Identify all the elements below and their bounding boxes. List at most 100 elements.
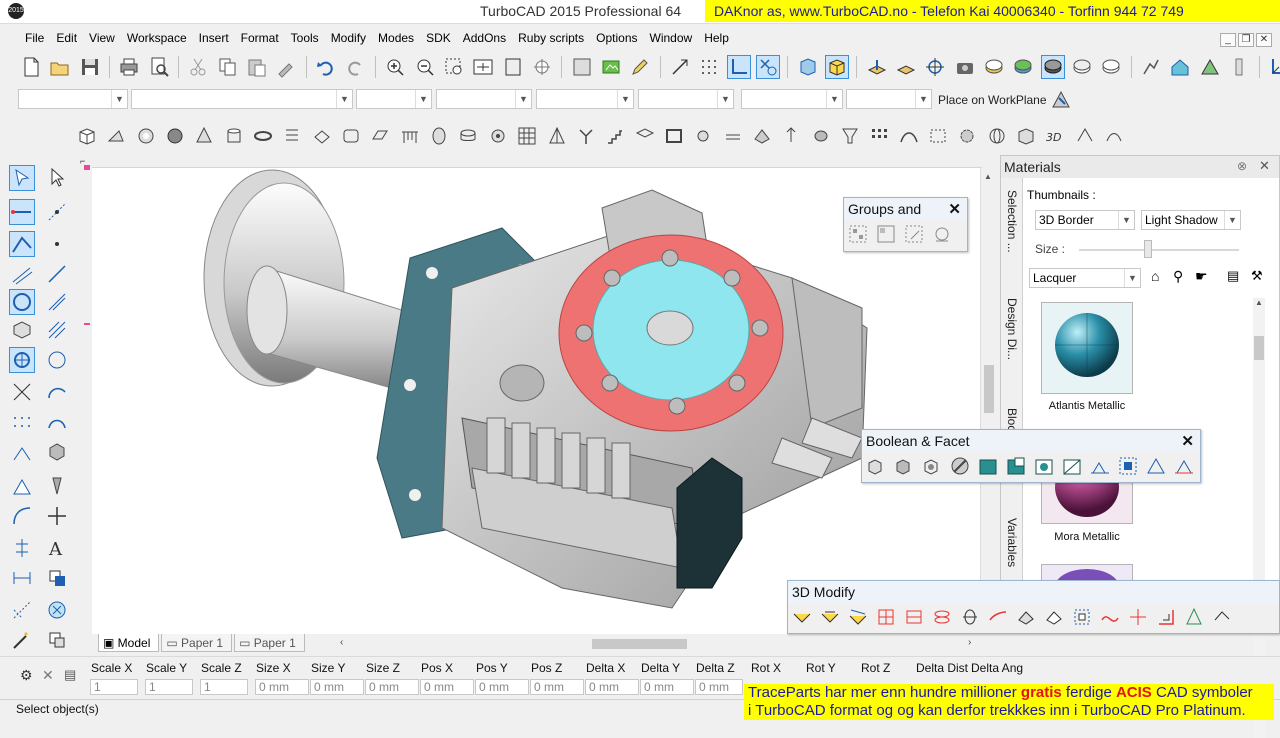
- list-icon[interactable]: ▤: [64, 667, 76, 683]
- format-painter-icon[interactable]: [274, 55, 298, 79]
- sphere-icon[interactable]: [134, 124, 158, 148]
- pin-icon[interactable]: ⊗: [1237, 159, 1247, 173]
- hatch-line-icon[interactable]: [44, 317, 70, 343]
- section-icon[interactable]: [957, 605, 983, 629]
- block-insert-icon[interactable]: [929, 222, 955, 246]
- 3d-view-icon[interactable]: [796, 55, 820, 79]
- zoom-window-icon[interactable]: [442, 55, 466, 79]
- pen-width-combo[interactable]: ▼: [436, 89, 532, 109]
- delta-x-field[interactable]: 0 mm: [585, 679, 639, 695]
- open-folder-icon[interactable]: [48, 55, 72, 79]
- scale-x-field[interactable]: 1: [90, 679, 138, 695]
- close-icon[interactable]: ✕: [1181, 432, 1194, 450]
- polyline-tool-icon[interactable]: [9, 231, 35, 257]
- split-icon[interactable]: [929, 605, 955, 629]
- dots-icon[interactable]: [9, 409, 35, 435]
- separate-icon[interactable]: [1087, 454, 1113, 478]
- material-list-icon[interactable]: ▤: [1227, 268, 1239, 284]
- scroll-left-icon[interactable]: ‹: [340, 637, 343, 648]
- apply-material-icon[interactable]: ☛: [1195, 268, 1208, 285]
- zoom-page-icon[interactable]: [501, 55, 525, 79]
- blend-icon[interactable]: [845, 605, 871, 629]
- boolean-subtract-icon[interactable]: [891, 454, 917, 478]
- dots-grid-icon[interactable]: [867, 124, 891, 148]
- design-director-icon[interactable]: [1139, 55, 1163, 79]
- menu-help[interactable]: Help: [698, 27, 735, 49]
- cylinder-icon[interactable]: [222, 124, 246, 148]
- pos-z-field[interactable]: 0 mm: [530, 679, 584, 695]
- pyramid-icon[interactable]: [545, 124, 569, 148]
- pos-x-field[interactable]: 0 mm: [420, 679, 474, 695]
- menu-modes[interactable]: Modes: [372, 27, 420, 49]
- chamfer-edge-icon[interactable]: [817, 605, 843, 629]
- wand-icon[interactable]: [9, 627, 35, 653]
- facet-face-icon[interactable]: [1143, 454, 1169, 478]
- brush-style-combo[interactable]: ▼: [536, 89, 634, 109]
- size-slider[interactable]: [1079, 249, 1239, 251]
- revolve-icon[interactable]: [427, 124, 451, 148]
- side-tab-variables[interactable]: Variables: [1005, 518, 1019, 567]
- shell-icon[interactable]: [873, 605, 899, 629]
- app-icon[interactable]: 2015: [8, 3, 24, 19]
- material-library-select[interactable]: Lacquer ▼: [1029, 268, 1141, 288]
- cut-icon[interactable]: [186, 55, 210, 79]
- dimension-icon[interactable]: [9, 565, 35, 591]
- wrench-icon[interactable]: ⚙: [20, 667, 33, 684]
- select-arrow-icon[interactable]: [44, 165, 70, 191]
- ellipse-tool-icon[interactable]: [9, 347, 35, 373]
- select-3d-icon[interactable]: [9, 165, 35, 191]
- materials-scroll-thumb[interactable]: [1254, 336, 1264, 360]
- save-icon[interactable]: [78, 55, 102, 79]
- tab-paper-1[interactable]: ▭ Paper 1: [161, 634, 233, 652]
- cone-icon[interactable]: [192, 124, 216, 148]
- facet-select-icon[interactable]: [1115, 454, 1141, 478]
- curve-tool-icon[interactable]: [44, 409, 70, 435]
- doc-close-button[interactable]: ✕: [1256, 33, 1272, 47]
- gear-solid-icon[interactable]: [955, 124, 979, 148]
- prism-icon[interactable]: [310, 124, 334, 148]
- facet-edge-icon[interactable]: [1171, 454, 1197, 478]
- thumbnail-style-select[interactable]: 3D Border ▼: [1035, 210, 1135, 230]
- scroll-right-icon[interactable]: ›: [968, 637, 971, 648]
- arc-tool-icon[interactable]: [44, 379, 70, 405]
- zoom-out-icon[interactable]: [413, 55, 437, 79]
- zoom-in-icon[interactable]: [383, 55, 407, 79]
- horizontal-scrollbar[interactable]: ‹ ›: [340, 637, 980, 651]
- menu-modify[interactable]: Modify: [325, 27, 372, 49]
- coordinate-system-icon[interactable]: [1267, 55, 1280, 79]
- vertical-scroll-thumb[interactable]: [984, 365, 994, 413]
- taper-icon[interactable]: [1125, 605, 1151, 629]
- close-icon[interactable]: ✕: [1259, 158, 1270, 174]
- cross-line-icon[interactable]: [9, 379, 35, 405]
- doc-minimize-button[interactable]: _: [1220, 33, 1236, 47]
- measure-icon[interactable]: [9, 535, 35, 561]
- copy-icon[interactable]: [216, 55, 240, 79]
- render-hidden-icon[interactable]: [1011, 55, 1035, 79]
- facet-intersect-icon[interactable]: [1031, 454, 1057, 478]
- snap-vertex-icon[interactable]: [9, 439, 35, 465]
- paste-icon[interactable]: [245, 55, 269, 79]
- shadow-style-select[interactable]: Light Shadow ▼: [1141, 210, 1241, 230]
- new-file-icon[interactable]: [19, 55, 43, 79]
- workplane-icon[interactable]: [865, 55, 889, 79]
- profile-icon[interactable]: [926, 124, 950, 148]
- fillet-edge-icon[interactable]: [789, 605, 815, 629]
- menu-tools[interactable]: Tools: [285, 27, 325, 49]
- menu-window[interactable]: Window: [644, 27, 699, 49]
- table-icon[interactable]: [398, 124, 422, 148]
- layer-fill-icon[interactable]: [44, 565, 70, 591]
- double-line-icon[interactable]: [9, 261, 35, 287]
- cylinder-solid-icon[interactable]: [809, 124, 833, 148]
- house-icon[interactable]: [1168, 55, 1192, 79]
- menu-file[interactable]: File: [19, 27, 50, 49]
- size-slider-thumb[interactable]: [1144, 240, 1152, 258]
- close-icon[interactable]: ✕: [948, 200, 961, 218]
- search-material-icon[interactable]: ⚲: [1173, 268, 1183, 285]
- text-icon[interactable]: A: [44, 535, 70, 561]
- funnel-icon[interactable]: [838, 124, 862, 148]
- rectangle-tool-icon[interactable]: [9, 317, 35, 343]
- select-face-icon[interactable]: [1069, 605, 1095, 629]
- delta-z-field[interactable]: 0 mm: [695, 679, 743, 695]
- menu-ruby-scripts[interactable]: Ruby scripts: [512, 27, 590, 49]
- pen-style-combo[interactable]: ▼: [131, 89, 353, 109]
